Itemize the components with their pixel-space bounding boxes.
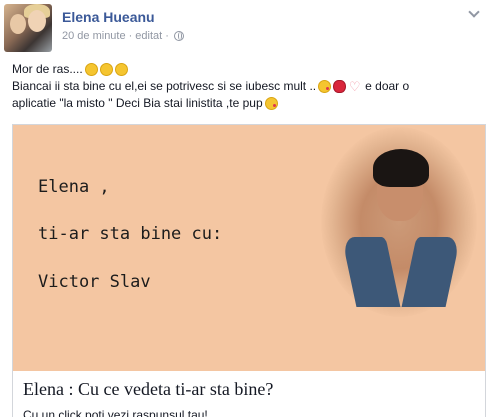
globe-icon[interactable] xyxy=(173,31,184,41)
photo-vest-right xyxy=(401,237,461,307)
laughing-emoji xyxy=(84,63,98,76)
author-name[interactable]: Elena Hueanu xyxy=(62,9,155,25)
link-description: Cu un click poti vezi raspunsul tau! xyxy=(23,408,208,417)
laughing-emoji xyxy=(99,63,113,76)
meta-separator: · xyxy=(165,30,169,42)
post-text: Mor de ras.... Biancai ii sta bine cu el… xyxy=(12,61,482,112)
kiss-emoji xyxy=(318,80,332,93)
post-time[interactable]: 20 de minute xyxy=(62,30,126,42)
post-text-segment: aplicatie "la misto " Deci Bia stai lini… xyxy=(12,96,263,110)
post-meta: 20 de minute · editat · xyxy=(62,30,184,42)
post-text-line: Biancai ii sta bine cu el,ei se potrives… xyxy=(12,78,482,95)
post-text-line: Mor de ras.... xyxy=(12,61,482,78)
photo-hair xyxy=(373,149,429,187)
link-title[interactable]: Elena : Cu ce vedeta ti-ar sta bine? xyxy=(23,379,273,400)
chevron-down-icon[interactable] xyxy=(468,6,482,20)
lips-emoji xyxy=(333,80,347,93)
post-text-segment: Biancai ii sta bine cu el,ei se potrives… xyxy=(12,79,317,93)
post-text-line: aplicatie "la misto " Deci Bia stai lini… xyxy=(12,95,482,112)
heart-emoji: ♡ xyxy=(348,79,361,94)
quiz-answer-line: Victor Slav xyxy=(38,272,151,292)
avatar-face-left xyxy=(10,14,26,34)
meta-separator: · xyxy=(128,30,133,42)
link-preview-card[interactable]: Elena , ti-ar sta bine cu: Victor Slav E… xyxy=(12,124,486,417)
quiz-name-line: Elena , xyxy=(38,177,110,197)
link-preview-image[interactable]: Elena , ti-ar sta bine cu: Victor Slav xyxy=(13,125,485,371)
celebrity-photo xyxy=(321,127,477,317)
author-avatar[interactable] xyxy=(4,4,52,52)
post-text-segment: e doar o xyxy=(365,79,410,93)
quiz-question-line: ti-ar sta bine cu: xyxy=(38,224,223,244)
laughing-emoji xyxy=(114,63,128,76)
facebook-post: Elena Hueanu 20 de minute · editat · Mor… xyxy=(0,0,486,417)
photo-vest-left xyxy=(341,237,401,307)
post-text-segment: Mor de ras.... xyxy=(12,62,83,76)
edited-label[interactable]: editat xyxy=(135,30,162,42)
kiss-emoji xyxy=(264,97,278,110)
avatar-face-right xyxy=(28,10,46,32)
